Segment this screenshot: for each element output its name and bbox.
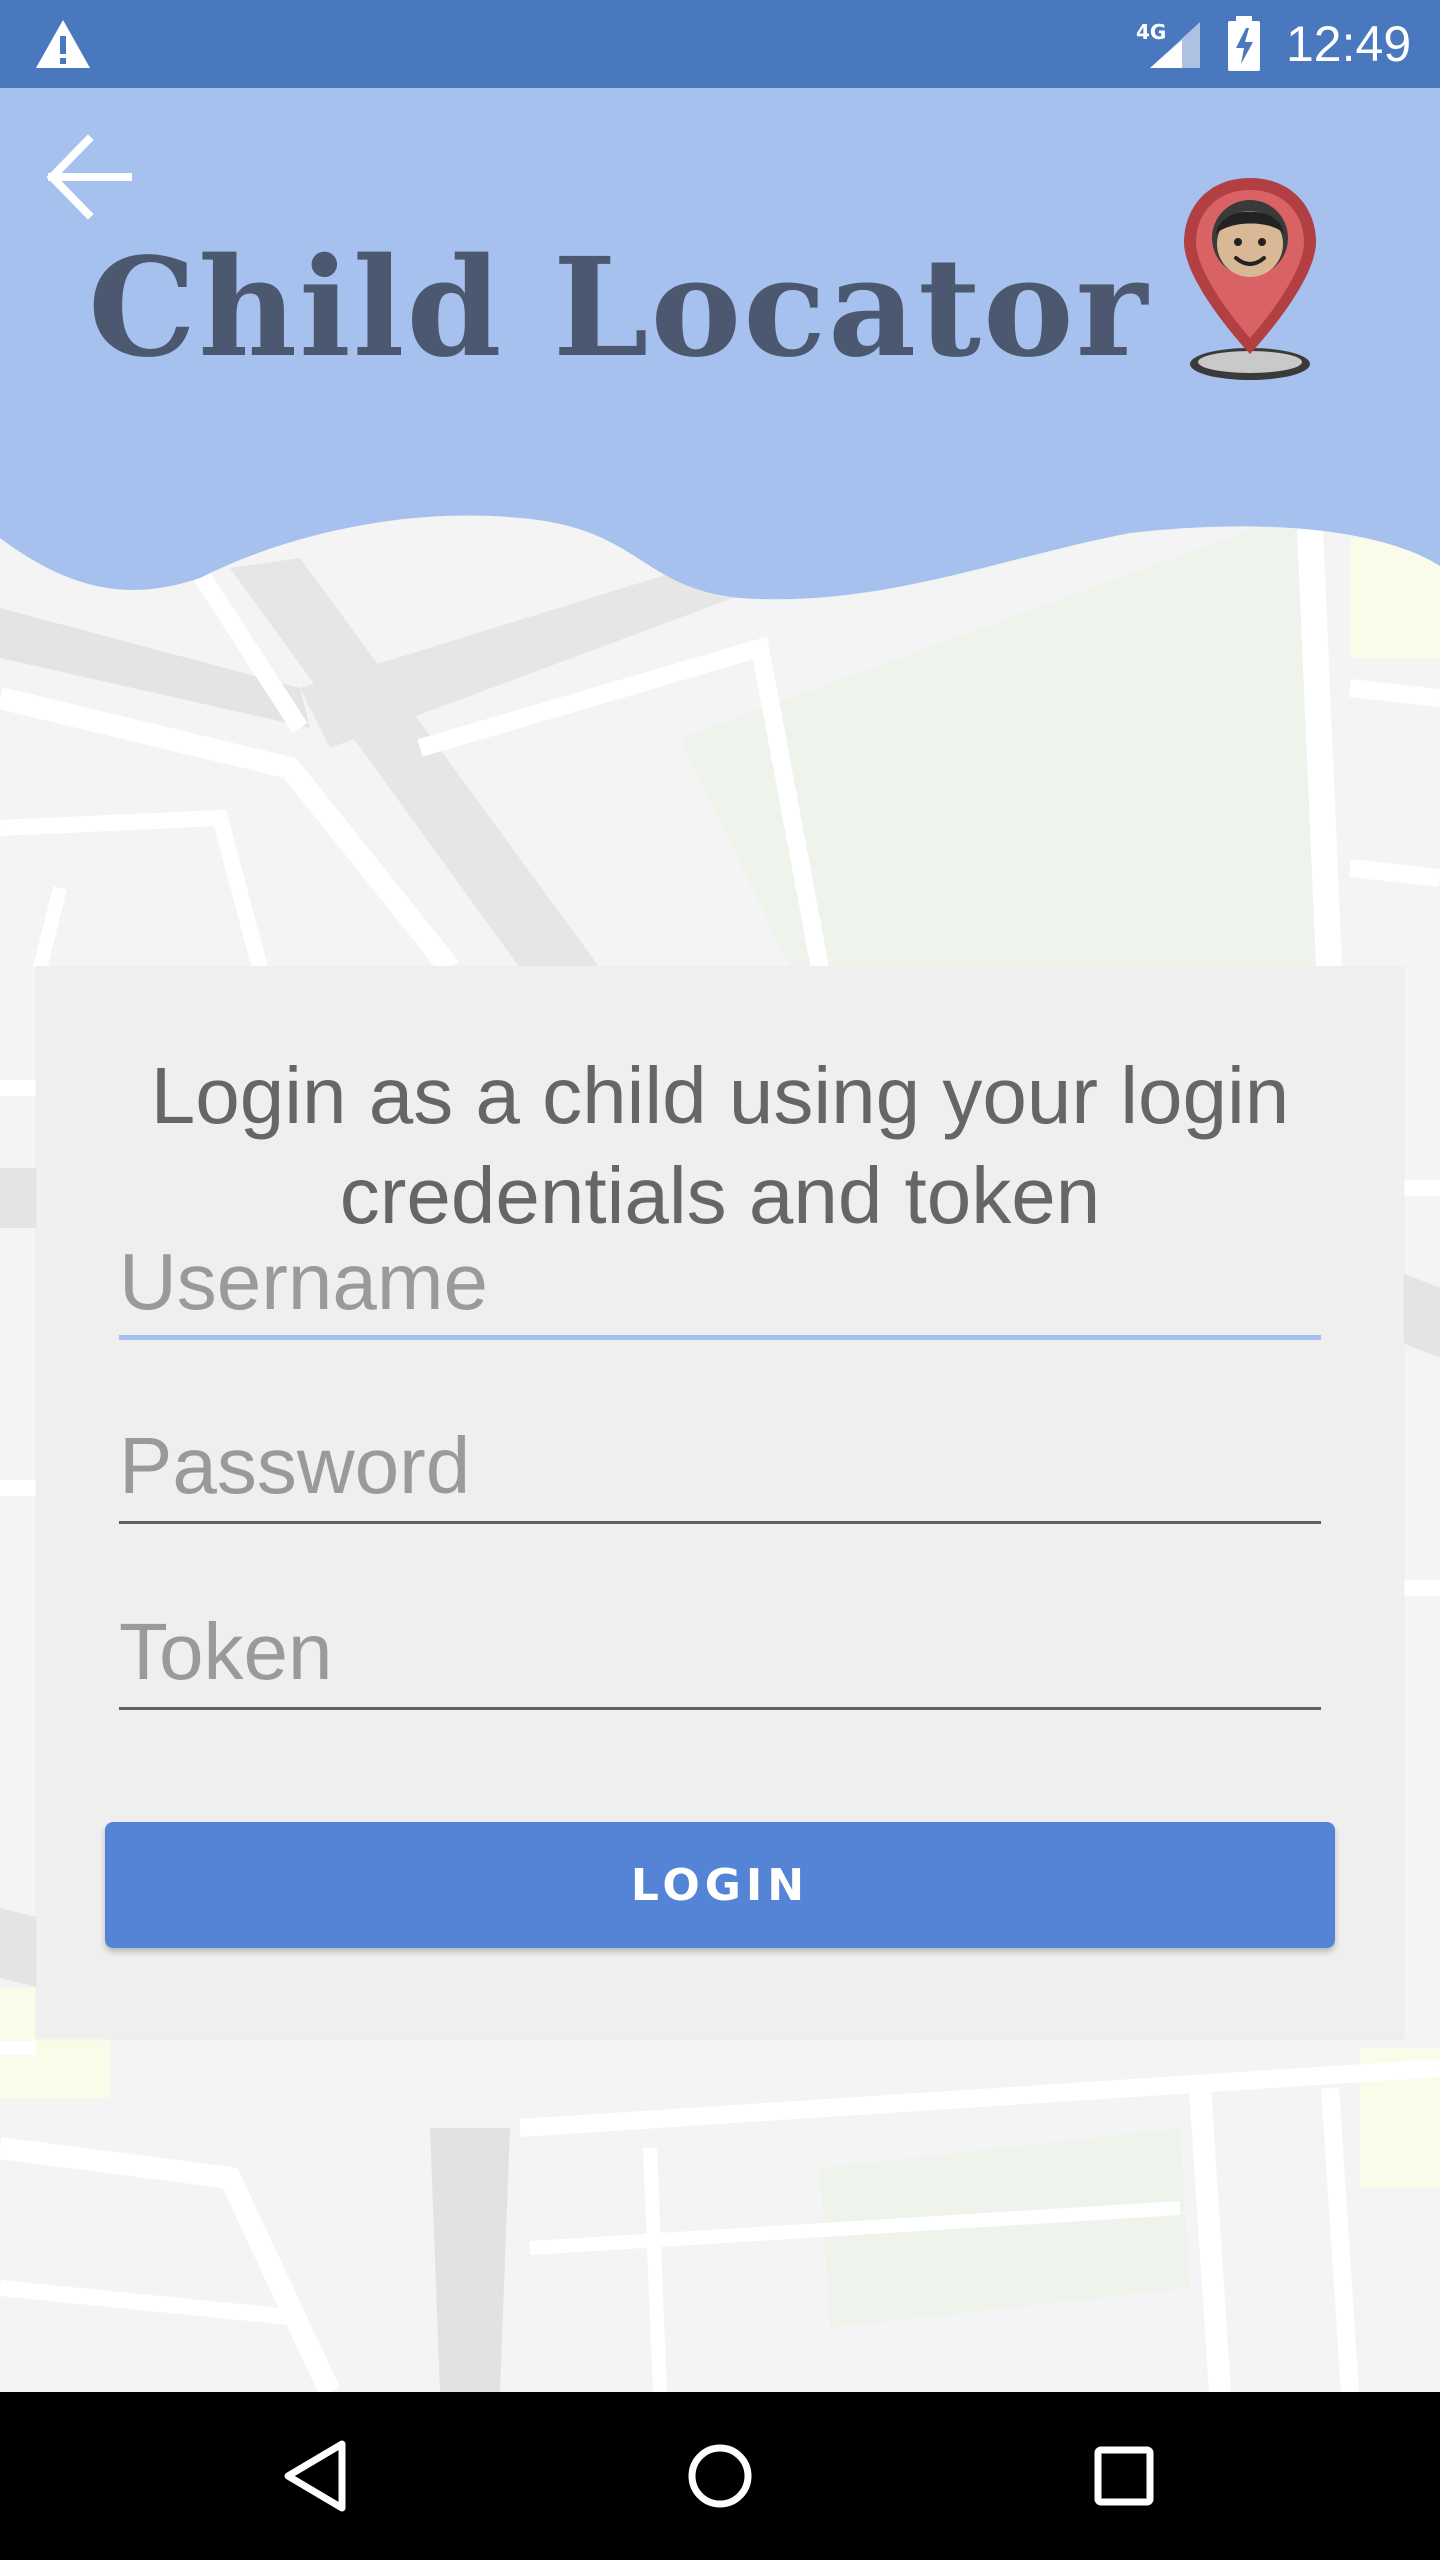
password-input[interactable] <box>119 1414 1321 1518</box>
back-button[interactable] <box>42 132 138 222</box>
password-field <box>119 1414 1321 1524</box>
login-instructions: Login as a child using your login creden… <box>150 1051 1290 1240</box>
square-recent-icon[interactable] <box>1074 2426 1174 2526</box>
token-input[interactable] <box>119 1600 1321 1704</box>
battery-charging-icon <box>1228 16 1260 71</box>
password-underline <box>119 1521 1321 1524</box>
username-input[interactable] <box>119 1230 1321 1334</box>
navigation-bar <box>0 2392 1440 2560</box>
alert-icon <box>36 20 90 68</box>
login-card: Login as a child using your login creden… <box>36 966 1404 2038</box>
token-field <box>119 1600 1321 1710</box>
triangle-back-icon[interactable] <box>266 2426 366 2526</box>
login-button[interactable]: LOGIN <box>105 1822 1335 1948</box>
signal-icon <box>1150 22 1200 68</box>
circle-home-icon[interactable] <box>670 2426 770 2526</box>
header: Child Locator <box>0 88 1440 618</box>
app-title: Child Locator <box>88 228 1150 388</box>
status-bar: 4G 12:49 <box>0 0 1440 88</box>
child-location-pin-icon <box>1184 178 1316 380</box>
username-underline <box>119 1335 1321 1340</box>
username-field <box>119 1230 1321 1340</box>
clock: 12:49 <box>1286 16 1412 72</box>
arrow-left-icon <box>46 134 132 220</box>
token-underline <box>119 1707 1321 1710</box>
